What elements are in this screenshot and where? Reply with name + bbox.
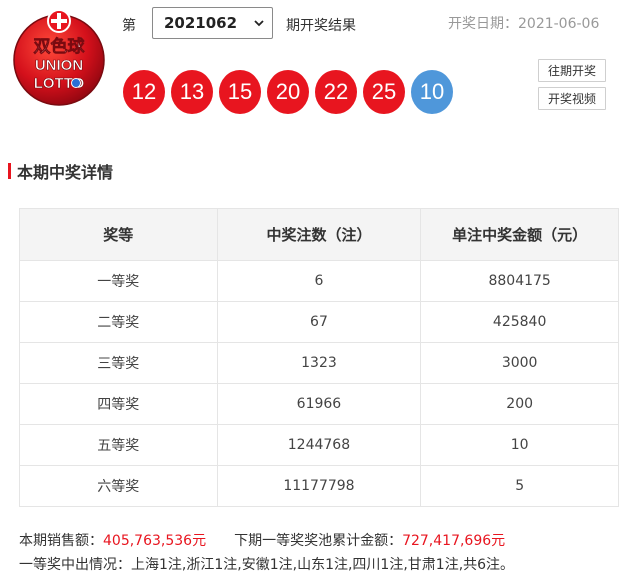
- section-accent-bar: [8, 163, 11, 179]
- red-ball: 25: [363, 70, 405, 114]
- winner-count: 1244768: [216, 424, 422, 466]
- prize-level: 六等奖: [19, 465, 218, 507]
- table-row: 二等奖 67 425840: [19, 301, 619, 343]
- issue-suffix-label: 期开奖结果: [286, 18, 356, 34]
- logo-name-cn: 双色球: [34, 36, 86, 57]
- table-row: 四等奖 61966 200: [19, 383, 619, 425]
- table-header-row: 奖等 中奖注数（注） 单注中奖金额（元）: [19, 208, 619, 261]
- red-ball: 22: [315, 70, 357, 114]
- pool-label: 下期一等奖奖池累计金额：: [234, 533, 403, 549]
- section-title-text: 本期中奖详情: [17, 163, 114, 182]
- prize-amount: 200: [420, 383, 619, 425]
- header-prize-level: 奖等: [19, 208, 218, 261]
- prize-level: 四等奖: [19, 383, 218, 425]
- table-row: 一等奖 6 8804175: [19, 260, 619, 302]
- section-title: 本期中奖详情: [8, 161, 114, 182]
- history-draws-button[interactable]: 往期开奖: [538, 59, 606, 82]
- draw-date-value: 2021-06-06: [518, 16, 600, 32]
- table-row: 三等奖 1323 3000: [19, 342, 619, 384]
- prize-amount: 10: [420, 424, 619, 466]
- prize-table: 奖等 中奖注数（注） 单注中奖金额（元） 一等奖 6 8804175 二等奖 6…: [19, 208, 619, 507]
- pool-value: 727,417,696元: [402, 533, 506, 549]
- winning-numbers: 12 13 15 20 22 25 10: [123, 70, 453, 114]
- draw-date: 开奖日期：2021-06-06: [448, 13, 599, 33]
- blue-ball: 10: [411, 70, 453, 114]
- issue-prefix-label: 第: [122, 18, 136, 34]
- sales-value: 405,763,536元: [103, 533, 207, 549]
- union-lotto-logo: 双色球 UNION LOTTO: [13, 9, 105, 106]
- sales-label: 本期销售额：: [19, 533, 103, 549]
- prize-amount: 425840: [420, 301, 619, 343]
- chevron-down-icon: [254, 20, 264, 27]
- header-winner-count: 中奖注数（注）: [216, 208, 422, 261]
- red-ball: 12: [123, 70, 165, 114]
- table-row: 六等奖 11177798 5: [19, 465, 619, 507]
- prize-amount: 5: [420, 465, 619, 507]
- first-prize-winners: 一等奖中出情况：上海1注,浙江1注,安徽1注,山东1注,四川1注,甘肃1注,共6…: [19, 557, 515, 573]
- prize-level: 二等奖: [19, 301, 218, 343]
- red-ball: 20: [267, 70, 309, 114]
- table-row: 五等奖 1244768 10: [19, 424, 619, 466]
- prize-amount: 3000: [420, 342, 619, 384]
- logo-name-en-1: UNION: [35, 57, 83, 74]
- winner-count: 67: [216, 301, 422, 343]
- draw-video-button[interactable]: 开奖视频: [538, 87, 606, 110]
- winner-count: 6: [216, 260, 422, 302]
- red-ball: 13: [171, 70, 213, 114]
- red-ball: 15: [219, 70, 261, 114]
- prize-level: 三等奖: [19, 342, 218, 384]
- prize-amount: 8804175: [420, 260, 619, 302]
- issue-select[interactable]: 2021062: [152, 7, 273, 39]
- draw-date-label: 开奖日期：: [448, 16, 518, 32]
- prize-level: 五等奖: [19, 424, 218, 466]
- issue-select-value: 2021062: [164, 14, 238, 32]
- prize-level: 一等奖: [19, 260, 218, 302]
- winner-count: 1323: [216, 342, 422, 384]
- winner-count: 61966: [216, 383, 422, 425]
- winner-count: 11177798: [216, 465, 422, 507]
- sales-summary: 本期销售额：405,763,536元 下期一等奖奖池累计金额：727,417,69…: [19, 530, 505, 550]
- header-prize-amount: 单注中奖金额（元）: [420, 208, 619, 261]
